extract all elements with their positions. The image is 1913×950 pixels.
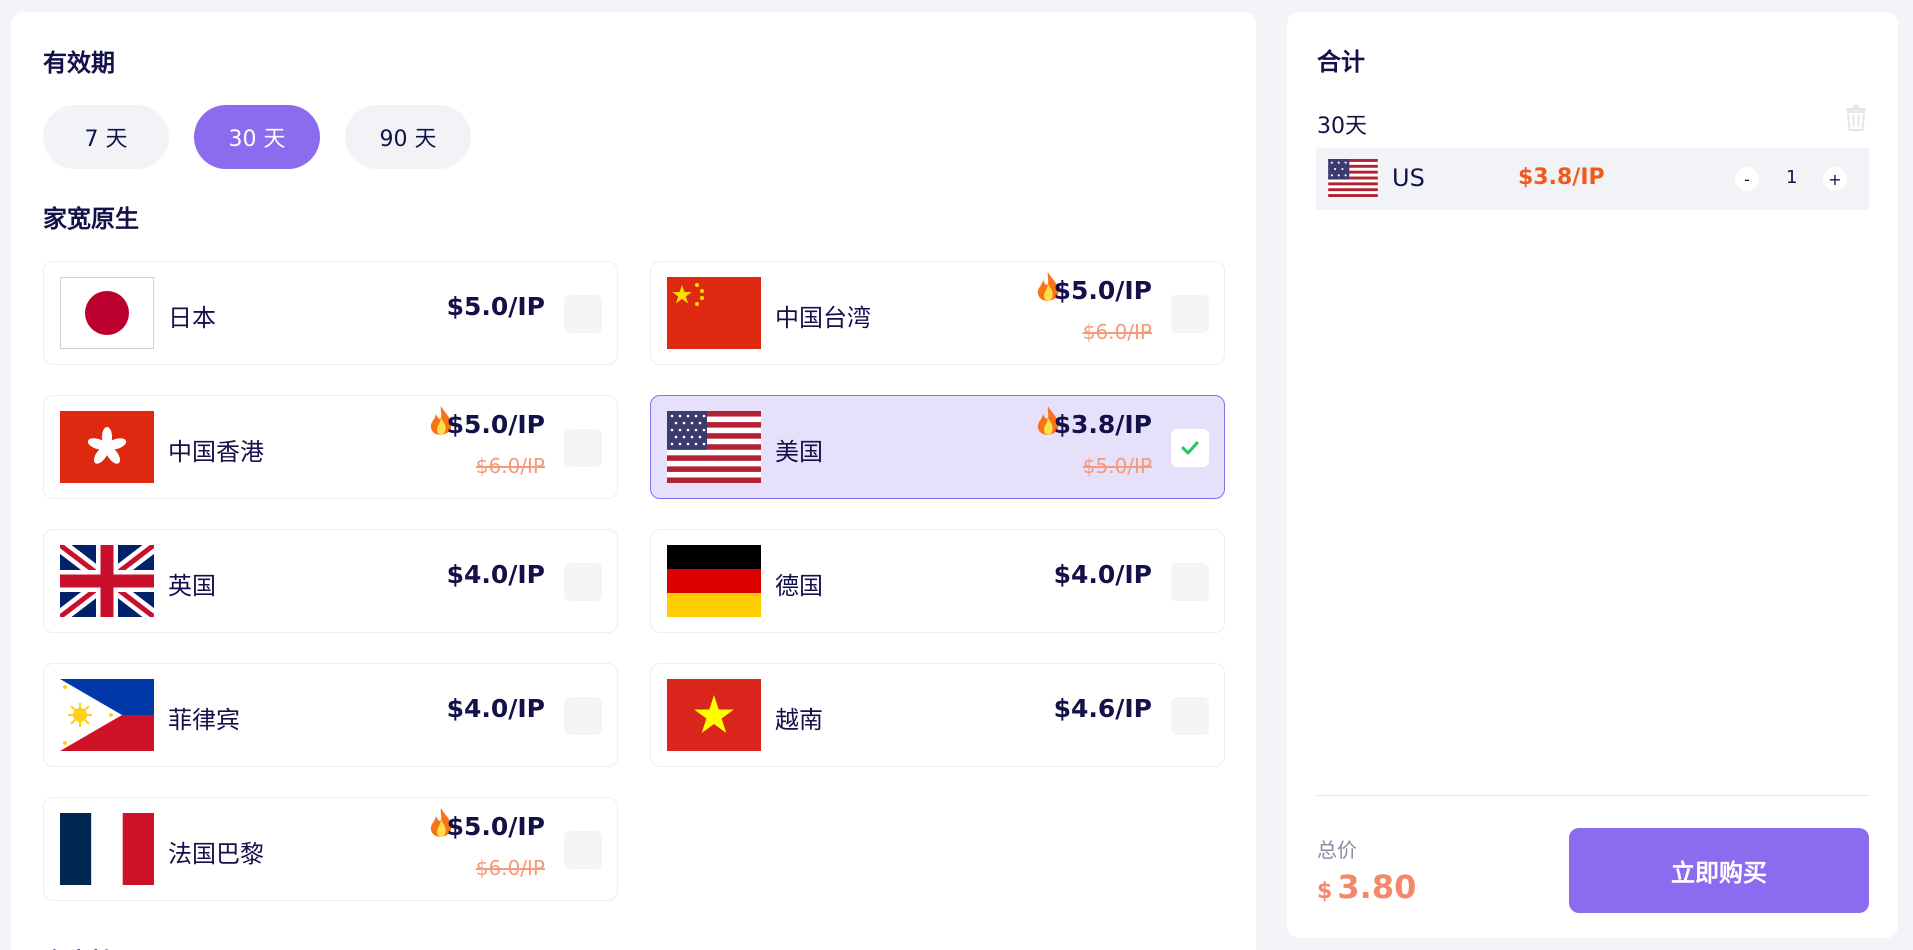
country-card-japan[interactable]: 日本 $5.0/IP [43, 261, 618, 365]
quantity-decrease-button[interactable]: - [1735, 167, 1759, 191]
check-icon [1181, 441, 1199, 455]
original-price: $5.0/IP [1082, 454, 1152, 478]
philippines-flag-icon [60, 679, 154, 751]
home-native-title: 家宽原生 [43, 205, 139, 233]
cart-price: $3.8/IP [1518, 165, 1605, 190]
country-card-uk[interactable]: 英国 $4.0/IP [43, 529, 618, 633]
country-card-france[interactable]: 法国巴黎 $5.0/IP $6.0/IP [43, 797, 618, 901]
original-price: $6.0/IP [475, 856, 545, 880]
select-checkbox[interactable] [564, 831, 602, 869]
uk-flag-icon [60, 545, 154, 617]
usa-flag-icon [1328, 159, 1378, 197]
select-checkbox[interactable] [564, 563, 602, 601]
total-currency: $ [1317, 879, 1333, 904]
country-price: $5.0/IP [446, 292, 545, 321]
select-checkbox[interactable] [1171, 697, 1209, 735]
trash-icon[interactable] [1844, 104, 1868, 132]
country-price: $4.0/IP [446, 694, 545, 723]
japan-flag-icon [60, 277, 154, 349]
period-option-30-days[interactable]: 30 天 [194, 105, 320, 169]
country-card-vietnam[interactable]: 越南 $4.6/IP [650, 663, 1225, 767]
country-price: $5.0/IP [446, 410, 545, 439]
country-price: $5.0/IP [1053, 276, 1152, 305]
validity-title: 有效期 [43, 49, 115, 77]
country-card-philippines[interactable]: 菲律宾 $4.0/IP [43, 663, 618, 767]
select-checkbox[interactable] [1171, 295, 1209, 333]
country-card-usa[interactable]: 美国 $3.8/IP $5.0/IP [650, 395, 1225, 499]
china-flag-icon [667, 277, 761, 349]
country-price: $4.6/IP [1053, 694, 1152, 723]
divider [1316, 795, 1869, 796]
country-name: 菲律宾 [168, 706, 240, 734]
total-price: $ 3.80 [1317, 868, 1416, 906]
buy-now-button[interactable]: 立即购买 [1569, 828, 1869, 913]
summary-panel: 合计 30天 US $3.8/IP - 1 + 总价 $ 3.80 立即购买 [1287, 12, 1898, 938]
total-amount: 3.80 [1337, 868, 1417, 906]
select-checkbox[interactable] [1171, 429, 1209, 467]
product-panel: 有效期 7 天 30 天 90 天 家宽原生 日本 $5.0/IP 中国台湾 $… [11, 12, 1256, 950]
hongkong-flag-icon [60, 411, 154, 483]
selected-period: 30天 [1317, 114, 1367, 139]
vietnam-flag-icon [667, 679, 761, 751]
period-option-90-days[interactable]: 90 天 [345, 105, 471, 169]
period-option-7-days[interactable]: 7 天 [43, 105, 169, 169]
country-price: $3.8/IP [1053, 410, 1152, 439]
france-flag-icon [60, 813, 154, 885]
cart-country: US [1392, 164, 1425, 192]
home-dial-title: 家宽拨号 [43, 942, 139, 950]
country-card-hongkong[interactable]: 中国香港 $5.0/IP $6.0/IP [43, 395, 618, 499]
select-checkbox[interactable] [1171, 563, 1209, 601]
total-label: 总价 [1317, 838, 1357, 862]
country-name: 中国台湾 [775, 304, 871, 332]
original-price: $6.0/IP [1082, 320, 1152, 344]
cart-item: US $3.8/IP - 1 + [1316, 148, 1869, 210]
select-checkbox[interactable] [564, 295, 602, 333]
original-price: $6.0/IP [475, 454, 545, 478]
country-price: $4.0/IP [1053, 560, 1152, 589]
country-price: $4.0/IP [446, 560, 545, 589]
quantity-increase-button[interactable]: + [1823, 167, 1847, 191]
country-price: $5.0/IP [446, 812, 545, 841]
country-name: 法国巴黎 [168, 840, 264, 868]
country-card-germany[interactable]: 德国 $4.0/IP [650, 529, 1225, 633]
country-name: 越南 [775, 706, 823, 734]
country-name: 英国 [168, 572, 216, 600]
country-name: 中国香港 [168, 438, 264, 466]
country-card-taiwan[interactable]: 中国台湾 $5.0/IP $6.0/IP [650, 261, 1225, 365]
summary-title: 合计 [1317, 48, 1365, 76]
quantity-value: 1 [1786, 167, 1798, 188]
germany-flag-icon [667, 545, 761, 617]
select-checkbox[interactable] [564, 429, 602, 467]
usa-flag-icon [667, 411, 761, 483]
country-name: 德国 [775, 572, 823, 600]
country-name: 美国 [775, 438, 823, 466]
select-checkbox[interactable] [564, 697, 602, 735]
country-name: 日本 [168, 304, 216, 332]
